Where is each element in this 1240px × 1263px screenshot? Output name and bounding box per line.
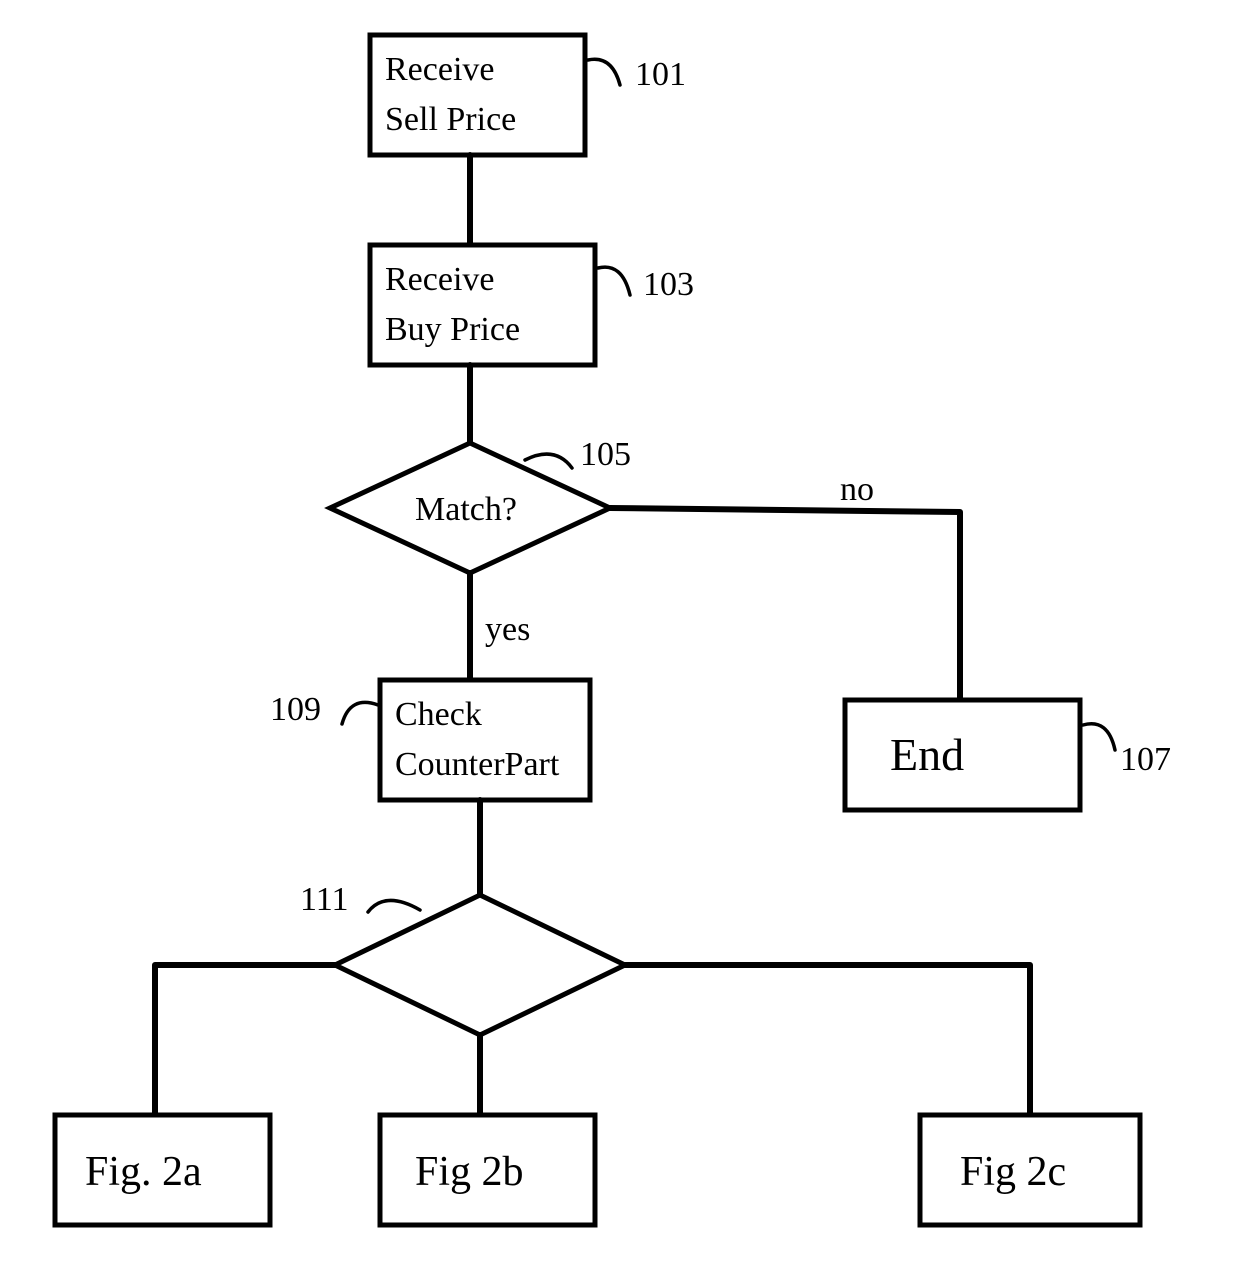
connector-111-left-fig2a	[155, 965, 335, 1115]
node-103-text-line1: Receive	[385, 261, 495, 298]
connector-105-no-107	[610, 508, 960, 700]
node-105-text: Match?	[415, 491, 517, 528]
leader-107	[1083, 724, 1115, 750]
connector-111-right-fig2c	[625, 965, 1030, 1115]
label-yes: yes	[485, 611, 530, 648]
label-no: no	[840, 471, 874, 508]
node-fig2b-text: Fig 2b	[415, 1149, 524, 1195]
leader-105	[525, 454, 572, 468]
node-111-decision	[335, 895, 625, 1035]
node-101-text-line2: Sell Price	[385, 101, 516, 138]
ref-105: 105	[580, 436, 631, 473]
ref-103: 103	[643, 266, 694, 303]
leader-111	[368, 900, 420, 912]
node-fig2c-text: Fig 2c	[960, 1149, 1066, 1195]
node-101-text-line1: Receive	[385, 51, 495, 88]
ref-111: 111	[300, 881, 348, 918]
node-109-text-line1: Check	[395, 696, 482, 733]
ref-109: 109	[270, 691, 321, 728]
node-103-text-line2: Buy Price	[385, 311, 520, 348]
ref-101: 101	[635, 56, 686, 93]
node-107-text: End	[890, 729, 964, 780]
leader-101	[588, 59, 620, 85]
node-fig2a-text: Fig. 2a	[85, 1149, 202, 1195]
node-109-text-line2: CounterPart	[395, 746, 560, 783]
flowchart-diagram: Receive Sell Price 101 Receive Buy Price…	[0, 0, 1240, 1263]
ref-107: 107	[1120, 741, 1171, 778]
leader-103	[598, 267, 630, 295]
leader-109	[342, 702, 378, 724]
